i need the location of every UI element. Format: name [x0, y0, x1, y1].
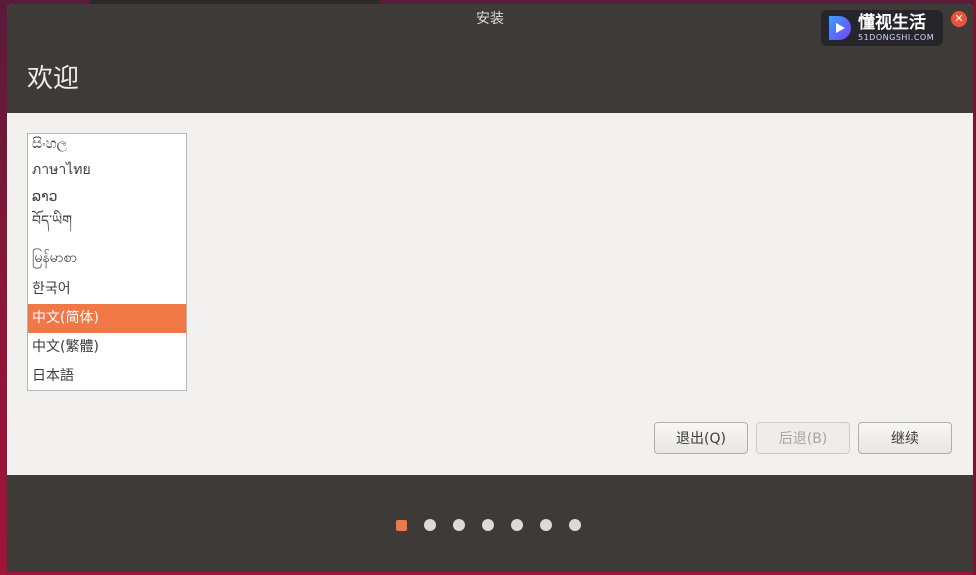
- back-button[interactable]: 后退(B): [756, 422, 850, 454]
- progress-dots: [396, 519, 581, 531]
- progress-dot: [453, 519, 465, 531]
- language-item[interactable]: 中文(繁體): [28, 333, 186, 362]
- progress-dot-current: [396, 519, 407, 531]
- play-logo-icon: [829, 16, 851, 40]
- language-item[interactable]: 日本語: [28, 362, 186, 390]
- progress-dot: [482, 519, 494, 531]
- watermark-sub-text: 51DONGSHI.COM: [858, 33, 935, 42]
- language-item-selected[interactable]: 中文(简体): [28, 304, 186, 333]
- quit-button[interactable]: 退出(Q): [654, 422, 748, 454]
- language-list[interactable]: සිංහල ภาษาไทย ລາວ བོད་ཡིག မြန်မာစာ 한국어 中…: [27, 133, 187, 391]
- window-title: 安装: [476, 11, 504, 27]
- continue-button[interactable]: 继续: [858, 422, 952, 454]
- page-title: 欢迎: [27, 64, 80, 94]
- watermark-main-text: 懂视生活: [858, 13, 926, 33]
- close-button[interactable]: ✕: [951, 11, 967, 27]
- progress-dot: [569, 519, 581, 531]
- language-item[interactable]: བོད་ཡིག: [28, 207, 186, 236]
- language-item[interactable]: မြန်မာစာ: [28, 244, 186, 273]
- close-icon: ✕: [954, 12, 964, 25]
- progress-dot: [511, 519, 523, 531]
- progress-footer: [7, 475, 973, 572]
- progress-dot: [540, 519, 552, 531]
- progress-dot: [424, 519, 436, 531]
- language-item[interactable]: 한국어: [28, 275, 186, 304]
- watermark-logo: 懂视生活 51DONGSHI.COM: [821, 10, 943, 46]
- language-item[interactable]: ภาษาไทย: [28, 156, 186, 185]
- installer-window: 安装 ✕ 欢迎 懂视生活 51DONGSHI.COM සිංහල ภาษาไทย…: [7, 4, 973, 572]
